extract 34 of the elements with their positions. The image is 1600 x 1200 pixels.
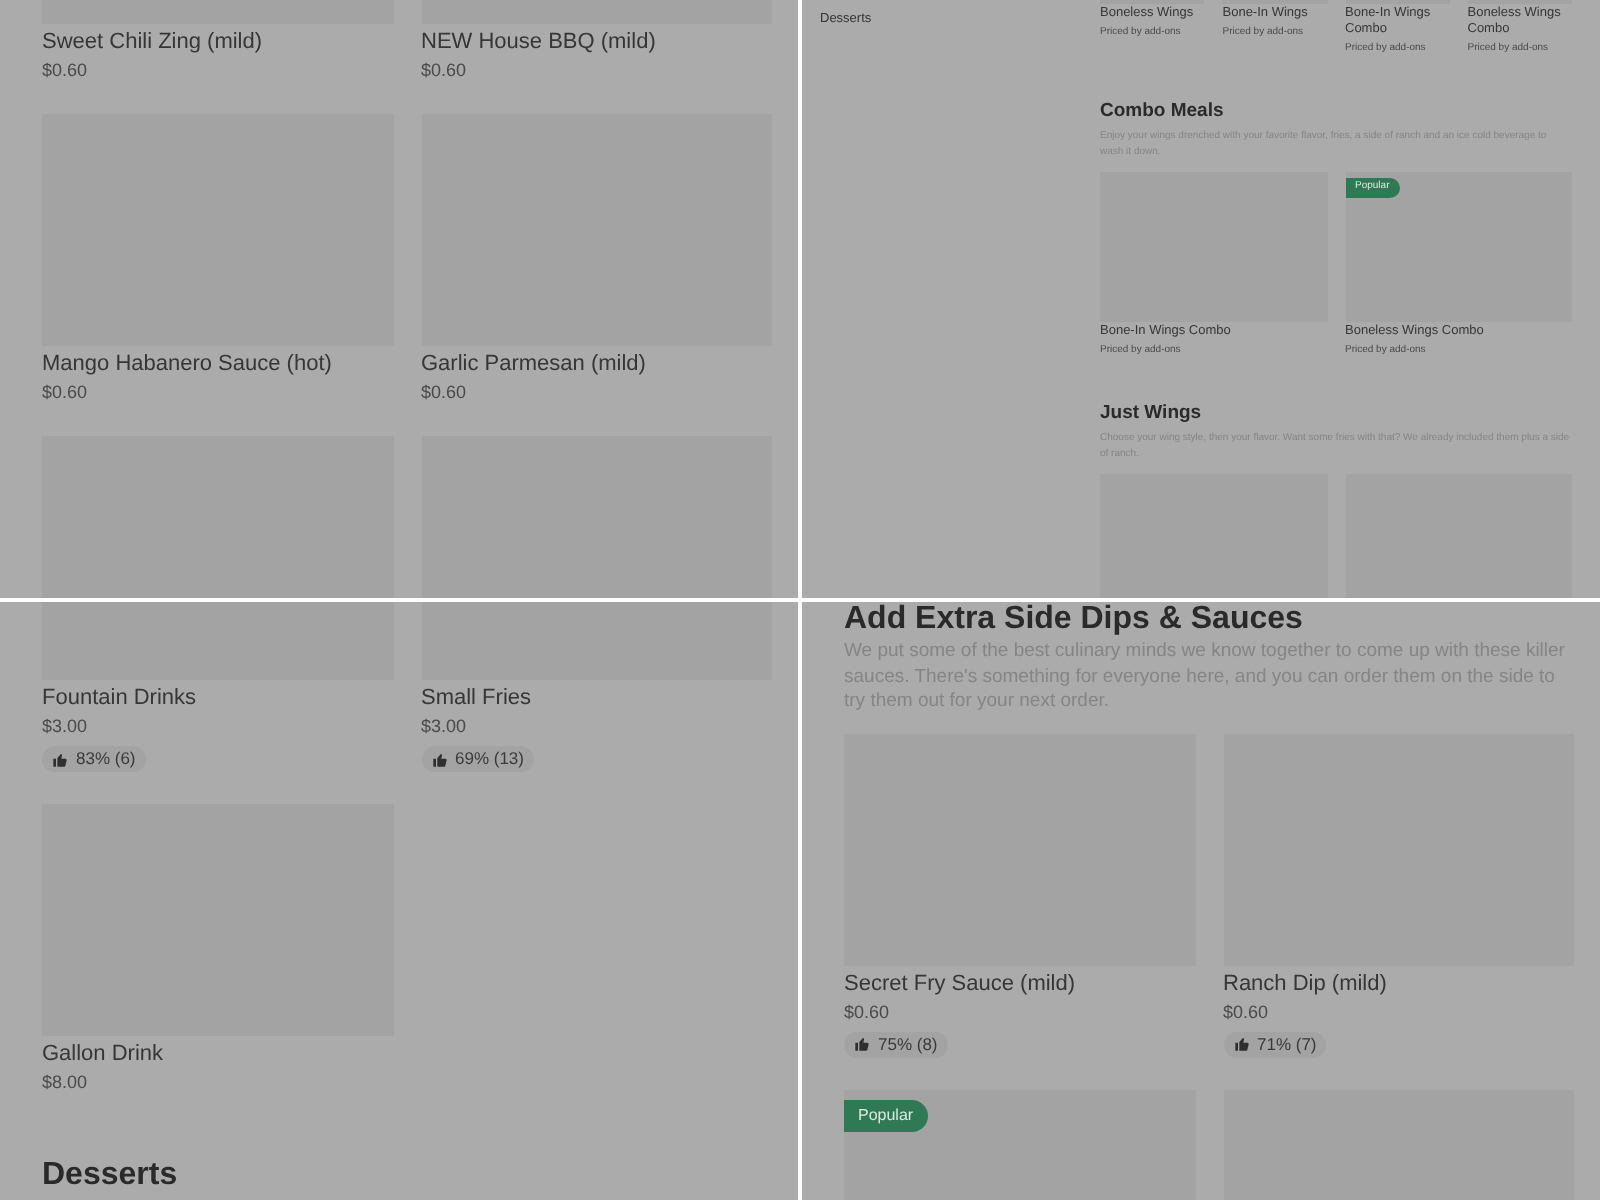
item-price: $0.60 [421, 58, 469, 82]
popular-badge: Popular [844, 1099, 928, 1131]
rating-text: 83% (6) [76, 746, 136, 772]
item-price: $8.00 [42, 1070, 90, 1094]
item-name[interactable]: Garlic Parmesan (mild) [421, 352, 772, 378]
item-name[interactable]: Fountain Drinks [42, 686, 393, 712]
image-placeholder[interactable] [1345, 474, 1572, 598]
section-heading: Just Wings [1100, 402, 1204, 426]
item-name[interactable]: Secret Fry Sauce (mild) [844, 971, 1195, 997]
image-placeholder[interactable]: Popular [844, 1089, 1195, 1200]
thumbs-up-icon [854, 1036, 870, 1052]
section-heading: Combo Meals [1100, 100, 1226, 124]
item-name[interactable]: Gallon Drink [42, 1042, 393, 1068]
thumbs-up-icon [52, 751, 68, 767]
item-price: $3.00 [42, 714, 90, 738]
thumbs-up-icon [1233, 1036, 1249, 1052]
rating-text: 69% (13) [455, 746, 524, 772]
item-name[interactable]: Small Fries [421, 686, 772, 712]
item-name[interactable]: Sweet Chili Zing (mild) [42, 30, 393, 56]
thumbs-up-icon [431, 751, 447, 767]
item-price: $0.60 [42, 380, 90, 404]
item-name[interactable]: Ranch Dip (mild) [1223, 971, 1574, 997]
rating-text: 75% (8) [878, 1031, 938, 1057]
item-name[interactable]: Mango Habanero Sauce (hot) [42, 352, 393, 378]
item-price: $0.60 [844, 999, 892, 1023]
item-price: $0.60 [42, 58, 90, 82]
item-price: $0.60 [421, 380, 469, 404]
rating-text: 71% (7) [1257, 1031, 1317, 1057]
item-price: $0.60 [1223, 999, 1271, 1023]
item-price: $3.00 [421, 714, 469, 738]
image-placeholder[interactable] [1100, 474, 1327, 598]
section-heading: Desserts [42, 1158, 180, 1194]
item-name[interactable]: NEW House BBQ (mild) [421, 30, 772, 56]
section-heading: Add Extra Side Dips & Sauces [844, 602, 1305, 638]
